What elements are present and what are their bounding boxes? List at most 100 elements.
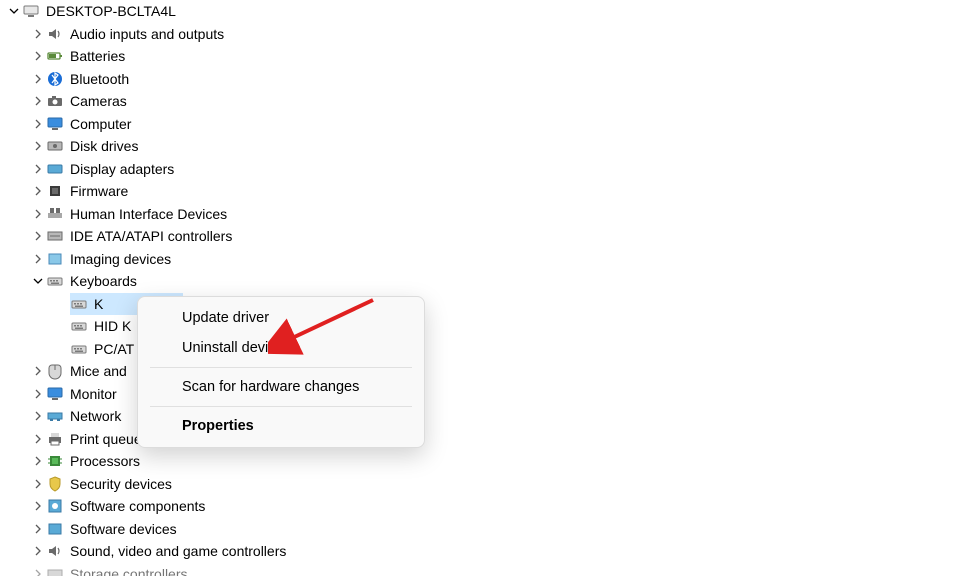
- chevron-right-icon[interactable]: [30, 209, 46, 219]
- category-label: Security devices: [70, 473, 172, 495]
- chevron-right-icon[interactable]: [30, 119, 46, 129]
- category-batteries[interactable]: Batteries: [0, 45, 949, 68]
- device-label: PC/AT: [94, 338, 134, 360]
- category-imaging[interactable]: Imaging devices: [0, 248, 949, 271]
- ide-controller-icon: [46, 227, 64, 245]
- software-device-icon: [46, 520, 64, 538]
- category-computer[interactable]: Computer: [0, 113, 949, 136]
- keyboard-icon: [70, 340, 88, 358]
- category-label: Bluetooth: [70, 68, 129, 90]
- keyboard-icon: [70, 317, 88, 335]
- display-adapter-icon: [46, 160, 64, 178]
- category-label: Network: [70, 405, 121, 427]
- category-label: Cameras: [70, 90, 127, 112]
- category-label: Keyboards: [70, 270, 137, 292]
- device-context-menu: Update driver Uninstall device Scan for …: [137, 296, 425, 448]
- category-processors[interactable]: Processors: [0, 450, 949, 473]
- category-label: Mice and: [70, 360, 127, 382]
- category-label: Firmware: [70, 180, 128, 202]
- chevron-right-icon[interactable]: [30, 434, 46, 444]
- chevron-right-icon[interactable]: [30, 231, 46, 241]
- chevron-right-icon[interactable]: [30, 389, 46, 399]
- category-bluetooth[interactable]: Bluetooth: [0, 68, 949, 91]
- device-label: HID K: [94, 315, 131, 337]
- network-adapter-icon: [46, 407, 64, 425]
- speaker-icon: [46, 542, 64, 560]
- tree-root-node[interactable]: DESKTOP-BCLTA4L: [0, 0, 949, 23]
- security-device-icon: [46, 475, 64, 493]
- category-sound[interactable]: Sound, video and game controllers: [0, 540, 949, 563]
- category-label: Software components: [70, 495, 205, 517]
- storage-controller-icon: [46, 565, 64, 576]
- bluetooth-icon: [46, 70, 64, 88]
- software-component-icon: [46, 497, 64, 515]
- battery-icon: [46, 47, 64, 65]
- chevron-right-icon[interactable]: [30, 524, 46, 534]
- chevron-right-icon[interactable]: [30, 501, 46, 511]
- chevron-right-icon[interactable]: [30, 164, 46, 174]
- imaging-device-icon: [46, 250, 64, 268]
- camera-icon: [46, 92, 64, 110]
- category-label: Batteries: [70, 45, 125, 67]
- category-label: Processors: [70, 450, 140, 472]
- category-display-adapters[interactable]: Display adapters: [0, 158, 949, 181]
- monitor-icon: [46, 115, 64, 133]
- chevron-right-icon[interactable]: [30, 411, 46, 421]
- category-label: IDE ATA/ATAPI controllers: [70, 225, 232, 247]
- category-storage[interactable]: Storage controllers: [0, 563, 949, 576]
- category-label: Monitor: [70, 383, 117, 405]
- chevron-right-icon[interactable]: [30, 96, 46, 106]
- category-label: Storage controllers: [70, 563, 188, 576]
- chevron-right-icon[interactable]: [30, 254, 46, 264]
- category-sw-components[interactable]: Software components: [0, 495, 949, 518]
- menu-uninstall-device[interactable]: Uninstall device: [138, 333, 424, 363]
- category-audio-io[interactable]: Audio inputs and outputs: [0, 23, 949, 46]
- category-label: Software devices: [70, 518, 177, 540]
- cpu-icon: [46, 452, 64, 470]
- chevron-right-icon[interactable]: [30, 479, 46, 489]
- category-firmware[interactable]: Firmware: [0, 180, 949, 203]
- device-tree: DESKTOP-BCLTA4L Audio inputs and outputs…: [0, 0, 949, 576]
- menu-scan-hardware[interactable]: Scan for hardware changes: [138, 372, 424, 402]
- category-label: Sound, video and game controllers: [70, 540, 286, 562]
- category-sw-devices[interactable]: Software devices: [0, 518, 949, 541]
- category-hid[interactable]: Human Interface Devices: [0, 203, 949, 226]
- chevron-down-icon[interactable]: [6, 6, 22, 16]
- menu-separator: [150, 367, 412, 368]
- monitor-icon: [46, 385, 64, 403]
- category-label: Audio inputs and outputs: [70, 23, 224, 45]
- chevron-right-icon[interactable]: [30, 74, 46, 84]
- category-label: Human Interface Devices: [70, 203, 227, 225]
- chevron-right-icon[interactable]: [30, 546, 46, 556]
- tree-root-label: DESKTOP-BCLTA4L: [46, 0, 176, 22]
- computer-root-icon: [22, 2, 40, 20]
- category-label: Display adapters: [70, 158, 174, 180]
- chevron-right-icon[interactable]: [30, 51, 46, 61]
- category-label: Computer: [70, 113, 131, 135]
- category-label: Disk drives: [70, 135, 138, 157]
- device-tree-viewport[interactable]: DESKTOP-BCLTA4L Audio inputs and outputs…: [0, 0, 949, 576]
- keyboard-icon: [70, 295, 88, 313]
- mouse-icon: [46, 362, 64, 380]
- category-keyboards[interactable]: Keyboards: [0, 270, 949, 293]
- category-ide[interactable]: IDE ATA/ATAPI controllers: [0, 225, 949, 248]
- chevron-right-icon[interactable]: [30, 456, 46, 466]
- chevron-down-icon[interactable]: [30, 276, 46, 286]
- hid-icon: [46, 205, 64, 223]
- chevron-right-icon[interactable]: [30, 141, 46, 151]
- category-security[interactable]: Security devices: [0, 473, 949, 496]
- keyboard-icon: [46, 272, 64, 290]
- menu-properties[interactable]: Properties: [138, 411, 424, 441]
- speaker-icon: [46, 25, 64, 43]
- chevron-right-icon[interactable]: [30, 29, 46, 39]
- chevron-right-icon[interactable]: [30, 186, 46, 196]
- category-label: Imaging devices: [70, 248, 171, 270]
- category-disk-drives[interactable]: Disk drives: [0, 135, 949, 158]
- chevron-right-icon[interactable]: [30, 366, 46, 376]
- menu-update-driver[interactable]: Update driver: [138, 303, 424, 333]
- chevron-right-icon[interactable]: [30, 569, 46, 576]
- device-label: K: [94, 293, 103, 315]
- menu-separator: [150, 406, 412, 407]
- category-cameras[interactable]: Cameras: [0, 90, 949, 113]
- printer-icon: [46, 430, 64, 448]
